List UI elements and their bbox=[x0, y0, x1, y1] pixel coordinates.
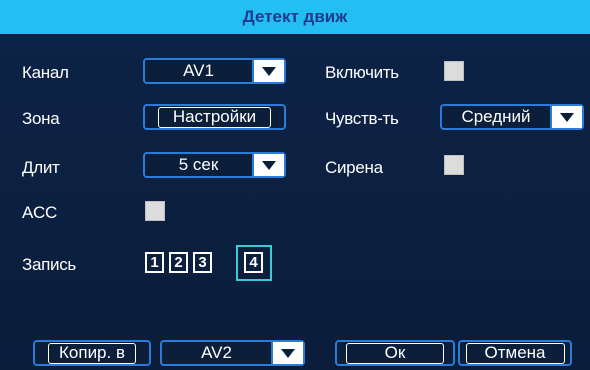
copy-to-button[interactable]: Копир. в bbox=[33, 340, 151, 366]
duration-select[interactable]: 5 сек bbox=[143, 152, 286, 178]
cancel-button-label: Отмена bbox=[465, 342, 565, 364]
zone-label: Зона bbox=[22, 109, 60, 128]
acc-label: ACC bbox=[22, 203, 57, 222]
dropdown-arrow-icon[interactable] bbox=[254, 154, 284, 176]
record-channel-2[interactable]: 2 bbox=[169, 252, 188, 273]
sensitivity-select[interactable]: Средний bbox=[440, 104, 584, 130]
dialog-title: Детект движ bbox=[0, 0, 590, 34]
enable-label: Включить bbox=[325, 63, 399, 82]
copy-target-value: AV2 bbox=[162, 342, 273, 364]
duration-value: 5 сек bbox=[145, 154, 254, 176]
zone-settings-button-label: Настройки bbox=[157, 106, 272, 128]
zone-settings-button[interactable]: Настройки bbox=[143, 104, 286, 130]
cancel-button[interactable]: Отмена bbox=[458, 340, 572, 366]
duration-label: Длит bbox=[22, 158, 60, 177]
enable-checkbox[interactable] bbox=[444, 61, 464, 81]
record-channel-3[interactable]: 3 bbox=[193, 252, 212, 273]
motion-detect-dialog: Детект движ Канал AV1 Включить Зона Наст… bbox=[0, 0, 590, 370]
copy-to-button-label: Копир. в bbox=[48, 342, 136, 364]
dropdown-arrow-icon[interactable] bbox=[552, 106, 582, 128]
sensitivity-label: Чувств-ть bbox=[325, 109, 399, 128]
record-label: Запись bbox=[22, 255, 76, 274]
ok-button-label: Ок bbox=[345, 342, 445, 364]
record-selection-highlight bbox=[236, 245, 272, 281]
acc-checkbox[interactable] bbox=[145, 201, 165, 221]
sensitivity-value: Средний bbox=[442, 106, 552, 128]
copy-target-select[interactable]: AV2 bbox=[160, 340, 305, 366]
channel-label: Канал bbox=[22, 63, 69, 82]
ok-button[interactable]: Ок bbox=[335, 340, 455, 366]
record-channel-1[interactable]: 1 bbox=[145, 252, 164, 273]
siren-label: Сирена bbox=[325, 158, 383, 177]
siren-checkbox[interactable] bbox=[444, 155, 464, 175]
channel-select[interactable]: AV1 bbox=[143, 58, 286, 84]
channel-value: AV1 bbox=[145, 60, 254, 82]
dropdown-arrow-icon[interactable] bbox=[254, 60, 284, 82]
dropdown-arrow-icon[interactable] bbox=[273, 342, 303, 364]
